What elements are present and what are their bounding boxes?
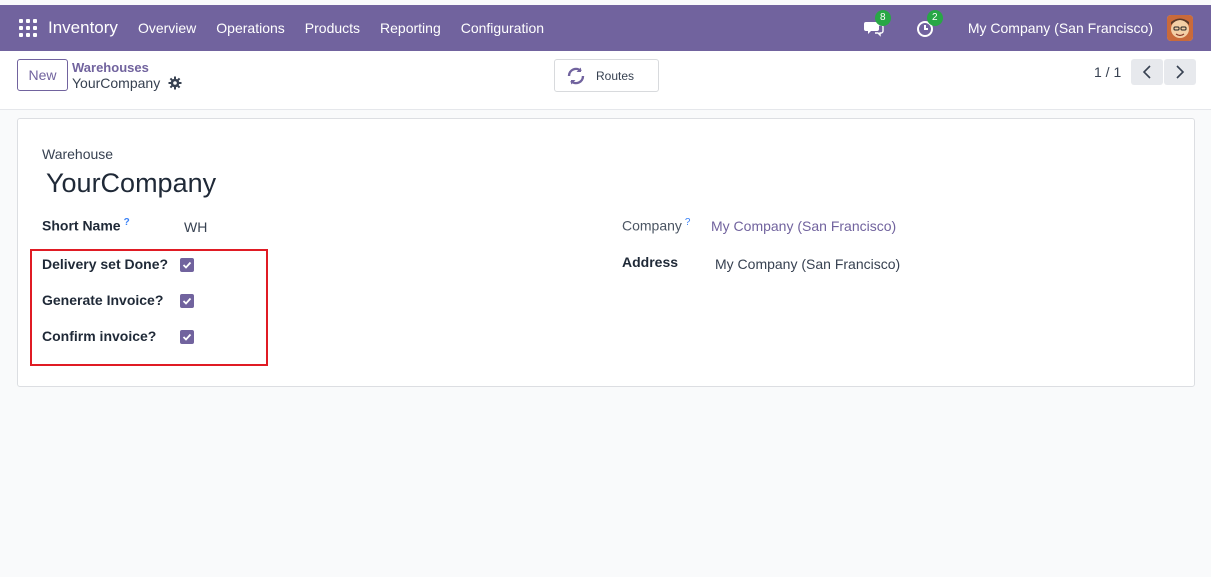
navbar-systray: 8 2 My Company (San Francisco) [863,5,1211,51]
help-tooltip-icon[interactable]: ? [124,217,130,228]
menu-configuration[interactable]: Configuration [461,20,544,36]
short-name-field[interactable]: WH [184,219,207,235]
menu-overview[interactable]: Overview [138,20,196,36]
messages-badge: 8 [874,10,891,26]
chevron-left-icon [1142,65,1151,79]
warehouse-name-field[interactable]: YourCompany [46,168,216,199]
company-switcher[interactable]: My Company (San Francisco) [968,20,1153,36]
company-label: Company? [622,217,691,234]
app-title[interactable]: Inventory [48,18,118,38]
short-name-label: Short Name? [42,217,130,234]
gear-icon[interactable] [168,76,182,90]
new-button[interactable]: New [17,59,68,91]
control-panel: New Warehouses YourCompany Routes 1 / 1 [0,51,1211,110]
user-avatar[interactable] [1167,15,1193,41]
highlight-annotation-box [30,249,268,366]
top-navbar: Inventory Overview Operations Products R… [0,5,1211,51]
pager-next-button[interactable] [1164,59,1196,85]
pager-value[interactable]: 1 / 1 [1094,64,1121,80]
menu-reporting[interactable]: Reporting [380,20,441,36]
breadcrumb-current: YourCompany [72,75,161,91]
routes-label: Routes [596,68,635,83]
menu-operations[interactable]: Operations [216,20,284,36]
warehouse-label: Warehouse [42,146,114,162]
company-field-link[interactable]: My Company (San Francisco) [711,218,896,234]
address-field[interactable]: My Company (San Francisco) [715,256,900,272]
messages-icon[interactable]: 8 [863,10,891,38]
activities-badge: 2 [926,10,943,26]
menu-products[interactable]: Products [305,20,360,36]
help-tooltip-icon[interactable]: ? [685,217,691,228]
routes-button[interactable]: Routes [554,59,659,92]
chevron-right-icon [1176,65,1185,79]
pager-previous-button[interactable] [1131,59,1163,85]
activities-clock-icon[interactable]: 2 [916,10,943,38]
breadcrumb-warehouses[interactable]: Warehouses [72,60,149,75]
address-label: Address [622,254,679,270]
app-grid-icon[interactable] [19,19,37,37]
refresh-icon [567,67,585,84]
